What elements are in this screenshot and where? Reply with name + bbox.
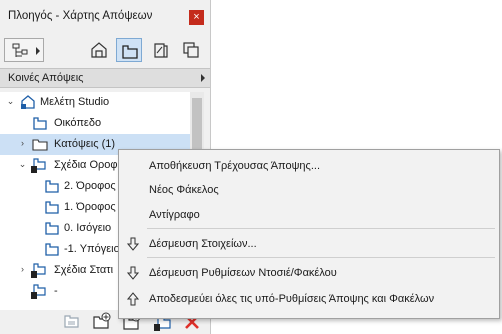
layout-book-button[interactable] [148, 38, 174, 62]
menu-separator [147, 228, 495, 229]
house-icon [91, 42, 107, 58]
chevron-right-icon [201, 74, 205, 82]
menu-item-new-folder[interactable]: Νέος Φάκελος [119, 180, 499, 200]
expand-closed-icon[interactable]: › [18, 265, 27, 274]
view-icon [45, 243, 59, 256]
navigator-mode-dropdown[interactable] [4, 38, 44, 62]
menu-item-label: Αποθήκευση Τρέχουσας Άποψης... [149, 160, 321, 172]
linked-folder-icon [31, 158, 46, 173]
menu-item-label: Αποδεσμεύει όλες τις υπό-Ρυθμίσεις Άποψη… [149, 293, 435, 305]
view-map-icon [122, 45, 138, 59]
shared-views-label: Κοινές Απόψεις [8, 72, 84, 84]
window-title: Πλοηγός - Χάρτης Απόψεων [8, 10, 153, 22]
view-icon [45, 201, 59, 214]
arrow-down-icon [127, 237, 139, 251]
layout-book-icon [154, 43, 168, 58]
chevron-right-icon [36, 47, 40, 55]
tree-item-label: Σχέδια Οροφ [54, 159, 118, 171]
menu-item-label: Δέσμευση Στοιχείων... [149, 238, 257, 250]
tree-item-label: - [54, 285, 58, 297]
tree-item-label: Κατόψεις (1) [54, 138, 116, 150]
clone-folder-icon[interactable] [62, 312, 82, 332]
tree-item-project[interactable]: ⌄ Μελέτη Studio [0, 92, 190, 113]
view-icon [45, 222, 59, 235]
view-icon [45, 180, 59, 193]
view-map-button[interactable] [116, 38, 142, 62]
view-icon [33, 117, 47, 130]
menu-item-save-current-view[interactable]: Αποθήκευση Τρέχουσας Άποψης... [119, 156, 499, 176]
tree-item-site[interactable]: Οικόπεδο [0, 113, 190, 134]
context-menu: Αποθήκευση Τρέχουσας Άποψης... Νέος Φάκε… [118, 149, 500, 319]
menu-item-lock-elements[interactable]: Δέσμευση Στοιχείων... [119, 234, 499, 254]
linked-folder-icon [31, 284, 46, 299]
tree-item-label: -1. Υπόγειο [64, 243, 120, 255]
folder-icon [32, 139, 48, 151]
menu-item-unlock-all-sub-settings[interactable]: Αποδεσμεύει όλες τις υπό-Ρυθμίσεις Άποψη… [119, 289, 499, 309]
publisher-button[interactable] [178, 38, 204, 62]
expand-open-icon[interactable]: ⌄ [18, 160, 27, 169]
new-folder-icon[interactable] [92, 312, 112, 332]
tree-item-label: Οικόπεδο [54, 117, 102, 129]
shared-views-header[interactable]: Κοινές Απόψεις [0, 68, 210, 88]
menu-item-label: Αντίγραφο [149, 209, 200, 221]
toolbar [0, 36, 210, 66]
menu-separator [147, 257, 495, 258]
menu-item-duplicate[interactable]: Αντίγραφο [119, 205, 499, 225]
publisher-icon [183, 42, 199, 58]
expand-open-icon[interactable]: ⌄ [6, 97, 15, 106]
menu-item-label: Νέος Φάκελος [149, 184, 219, 196]
project-house-icon [21, 95, 35, 109]
project-map-button[interactable] [86, 38, 112, 62]
menu-item-label: Δέσμευση Ρυθμίσεων Ντοσιέ/Φακέλου [149, 267, 337, 279]
close-button[interactable]: × [189, 10, 204, 25]
linked-folder-icon [31, 263, 46, 278]
tree-item-label: Σχέδια Στατι [54, 264, 114, 276]
tree-item-label: 1. Όροφος [64, 201, 116, 213]
title-bar: Πλοηγός - Χάρτης Απόψεων × [0, 0, 210, 34]
tree-item-label: 0. Ισόγειο [64, 222, 112, 234]
tree-item-label: Μελέτη Studio [40, 96, 110, 108]
arrow-down-icon [127, 266, 139, 280]
project-map-icon [12, 43, 28, 57]
menu-item-lock-folder-settings[interactable]: Δέσμευση Ρυθμίσεων Ντοσιέ/Φακέλου [119, 263, 499, 283]
tree-item-label: 2. Όροφος [64, 180, 116, 192]
expand-closed-icon[interactable]: › [18, 139, 27, 148]
arrow-up-icon [127, 292, 139, 306]
